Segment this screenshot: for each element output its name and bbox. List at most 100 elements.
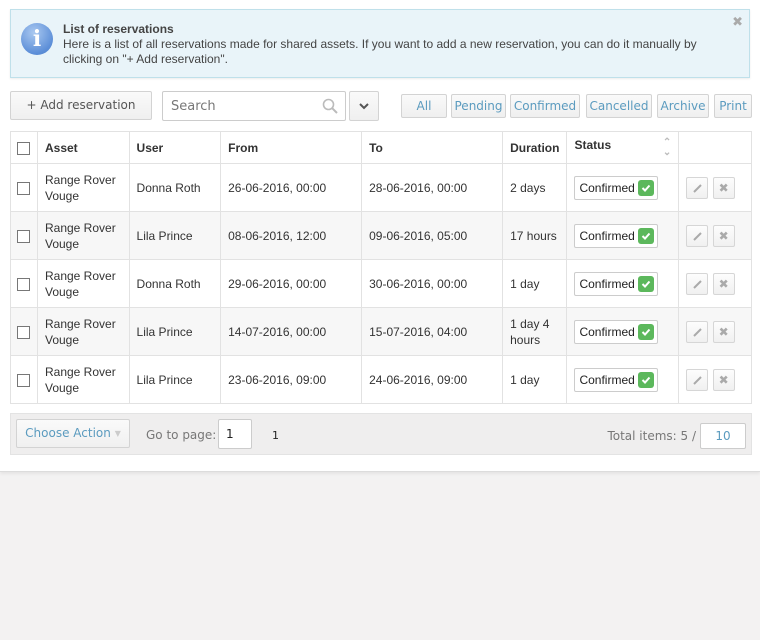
filter-cancelled-button[interactable]: Cancelled	[586, 94, 652, 118]
user-cell: Lila Prince	[128, 211, 222, 260]
info-title: List of reservations	[63, 22, 174, 36]
edit-button[interactable]	[686, 272, 709, 295]
page-link-1[interactable]: 1	[272, 429, 279, 442]
status-cell: Confirmed	[566, 211, 680, 260]
search-options-dropdown[interactable]	[349, 91, 379, 121]
filter-confirmed-button[interactable]: Confirmed	[510, 94, 580, 118]
status-badge[interactable]: Confirmed	[574, 367, 658, 392]
edit-button[interactable]	[686, 224, 709, 247]
edit-button[interactable]	[686, 320, 709, 343]
sort-icon[interactable]: ⌃ ⌄	[663, 137, 671, 158]
status-badge[interactable]: Confirmed	[574, 319, 658, 344]
status-badge[interactable]: Confirmed	[574, 223, 658, 248]
column-header-actions	[678, 131, 752, 164]
status-cell: Confirmed	[566, 163, 680, 212]
status-badge[interactable]: Confirmed	[574, 271, 658, 296]
search-box	[162, 91, 346, 121]
row-checkbox[interactable]	[17, 229, 30, 243]
search-input[interactable]	[169, 92, 319, 120]
status-cell: Confirmed	[566, 259, 680, 308]
status-badge[interactable]: Confirmed	[574, 175, 658, 200]
from-cell: 23-06-2016, 09:00	[220, 355, 363, 404]
edit-button[interactable]	[686, 368, 709, 391]
row-checkbox[interactable]	[17, 181, 30, 195]
user-cell: Lila Prince	[128, 307, 222, 356]
duration-cell: 1 day 4 hours	[502, 307, 568, 356]
check-icon	[637, 275, 654, 292]
table-header-row: Asset User From To Duration Status ⌃ ⌄	[10, 131, 752, 164]
to-cell: 30-06-2016, 00:00	[361, 259, 504, 308]
close-icon: ✖	[718, 276, 729, 291]
reservations-table: Asset User From To Duration Status ⌃ ⌄ Ra…	[10, 131, 752, 404]
delete-button[interactable]: ✖	[712, 272, 735, 295]
status-label: Confirmed	[579, 372, 635, 387]
table-footer: Choose Action ▼ Go to page: 1 Total item…	[10, 413, 752, 455]
column-header-from[interactable]: From	[220, 131, 363, 164]
delete-button[interactable]: ✖	[712, 368, 735, 391]
add-reservation-button[interactable]: + Add reservation	[10, 91, 152, 120]
print-button[interactable]: Print	[714, 94, 752, 118]
duration-cell: 1 day	[502, 355, 568, 404]
reservations-panel: i List of reservations Here is a list of…	[0, 0, 760, 472]
table-row[interactable]: Range Rover Vouge Donna Roth 29-06-2016,…	[10, 259, 752, 308]
row-checkbox[interactable]	[17, 277, 30, 291]
to-cell: 24-06-2016, 09:00	[361, 355, 504, 404]
actions-cell: ✖	[678, 163, 752, 212]
column-header-duration[interactable]: Duration	[502, 131, 568, 164]
close-icon[interactable]: ✖	[732, 14, 743, 30]
table-row[interactable]: Range Rover Vouge Donna Roth 26-06-2016,…	[10, 163, 752, 212]
column-header-status[interactable]: Status ⌃ ⌄	[566, 131, 680, 164]
asset-cell: Range Rover Vouge	[36, 163, 130, 212]
close-icon: ✖	[718, 372, 729, 387]
actions-cell: ✖	[678, 355, 752, 404]
status-label: Confirmed	[579, 324, 635, 339]
row-select-cell	[10, 259, 38, 308]
row-checkbox[interactable]	[17, 373, 30, 387]
delete-button[interactable]: ✖	[712, 176, 735, 199]
to-cell: 28-06-2016, 00:00	[361, 163, 504, 212]
column-header-status-label: Status	[574, 137, 612, 152]
actions-cell: ✖	[678, 307, 752, 356]
status-label: Confirmed	[579, 228, 635, 243]
row-checkbox[interactable]	[17, 325, 30, 339]
from-cell: 29-06-2016, 00:00	[220, 259, 363, 308]
delete-button[interactable]: ✖	[712, 224, 735, 247]
filter-all-button[interactable]: All	[401, 94, 447, 118]
row-select-cell	[10, 307, 38, 356]
goto-page-label: Go to page:	[146, 428, 217, 442]
table-row[interactable]: Range Rover Vouge Lila Prince 23-06-2016…	[10, 355, 752, 404]
from-cell: 26-06-2016, 00:00	[220, 163, 363, 212]
pencil-icon	[693, 280, 702, 289]
table-row[interactable]: Range Rover Vouge Lila Prince 14-07-2016…	[10, 307, 752, 356]
info-icon: i	[21, 23, 53, 55]
actions-cell: ✖	[678, 259, 752, 308]
select-all-cell	[10, 131, 38, 164]
search-icon[interactable]	[322, 98, 338, 114]
check-icon	[637, 371, 654, 388]
filter-archive-button[interactable]: Archive	[657, 94, 709, 118]
check-icon	[637, 179, 654, 196]
info-alert: i List of reservations Here is a list of…	[10, 9, 750, 78]
caret-down-icon: ▼	[114, 429, 121, 438]
choose-action-label: Choose Action	[25, 426, 111, 440]
table-row[interactable]: Range Rover Vouge Lila Prince 08-06-2016…	[10, 211, 752, 260]
user-cell: Donna Roth	[128, 259, 222, 308]
asset-cell: Range Rover Vouge	[36, 211, 130, 260]
asset-cell: Range Rover Vouge	[36, 259, 130, 308]
duration-cell: 1 day	[502, 259, 568, 308]
select-all-checkbox[interactable]	[17, 141, 30, 155]
pencil-icon	[693, 328, 702, 337]
info-text: Here is a list of all reservations made …	[63, 37, 697, 66]
column-header-to[interactable]: To	[361, 131, 504, 164]
edit-button[interactable]	[686, 176, 709, 199]
column-header-user[interactable]: User	[128, 131, 222, 164]
status-label: Confirmed	[579, 276, 635, 291]
choose-action-dropdown[interactable]: Choose Action ▼	[16, 419, 130, 448]
filter-pending-button[interactable]: Pending	[451, 94, 506, 118]
goto-page-input[interactable]	[218, 419, 252, 449]
to-cell: 09-06-2016, 05:00	[361, 211, 504, 260]
items-per-page-select[interactable]: 10	[700, 423, 746, 449]
column-header-asset[interactable]: Asset	[36, 131, 130, 164]
delete-button[interactable]: ✖	[712, 320, 735, 343]
status-cell: Confirmed	[566, 355, 680, 404]
